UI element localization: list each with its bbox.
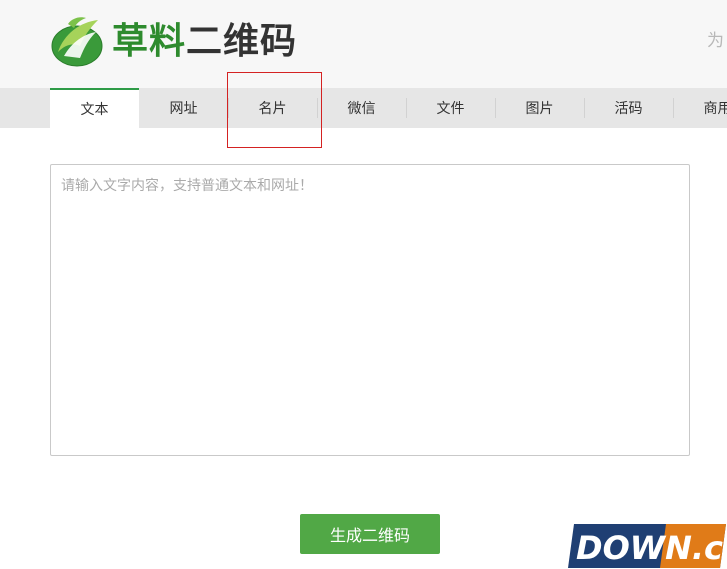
watermark-text: DOWN.cc	[576, 529, 727, 567]
tab-image[interactable]: 图片	[495, 88, 584, 128]
tab-file[interactable]: 文件	[406, 88, 495, 128]
tab-text[interactable]: 文本	[50, 88, 139, 128]
tab-url[interactable]: 网址	[139, 88, 228, 128]
logo-text-part2: 二维码	[186, 21, 298, 62]
generate-qrcode-button[interactable]: 生成二维码	[300, 514, 440, 554]
tab-business-card[interactable]: 名片	[228, 88, 317, 128]
site-logo-text[interactable]: 草料二维码	[112, 18, 297, 66]
tab-wechat[interactable]: 微信	[317, 88, 406, 128]
tab-live-code[interactable]: 活码	[584, 88, 673, 128]
down-cc-watermark-logo: DOWN.cc	[568, 524, 727, 568]
header-right-text: 为	[707, 31, 724, 51]
tab-commercial[interactable]: 商用	[673, 88, 727, 128]
content-textarea[interactable]	[50, 164, 690, 456]
tab-bar: 文本 网址 名片 微信 文件 图片 活码 商用	[0, 88, 727, 128]
site-header: 草料二维码 为	[0, 0, 727, 88]
logo-text-part1: 草料	[112, 21, 187, 62]
leaf-logo-icon[interactable]	[50, 12, 104, 68]
